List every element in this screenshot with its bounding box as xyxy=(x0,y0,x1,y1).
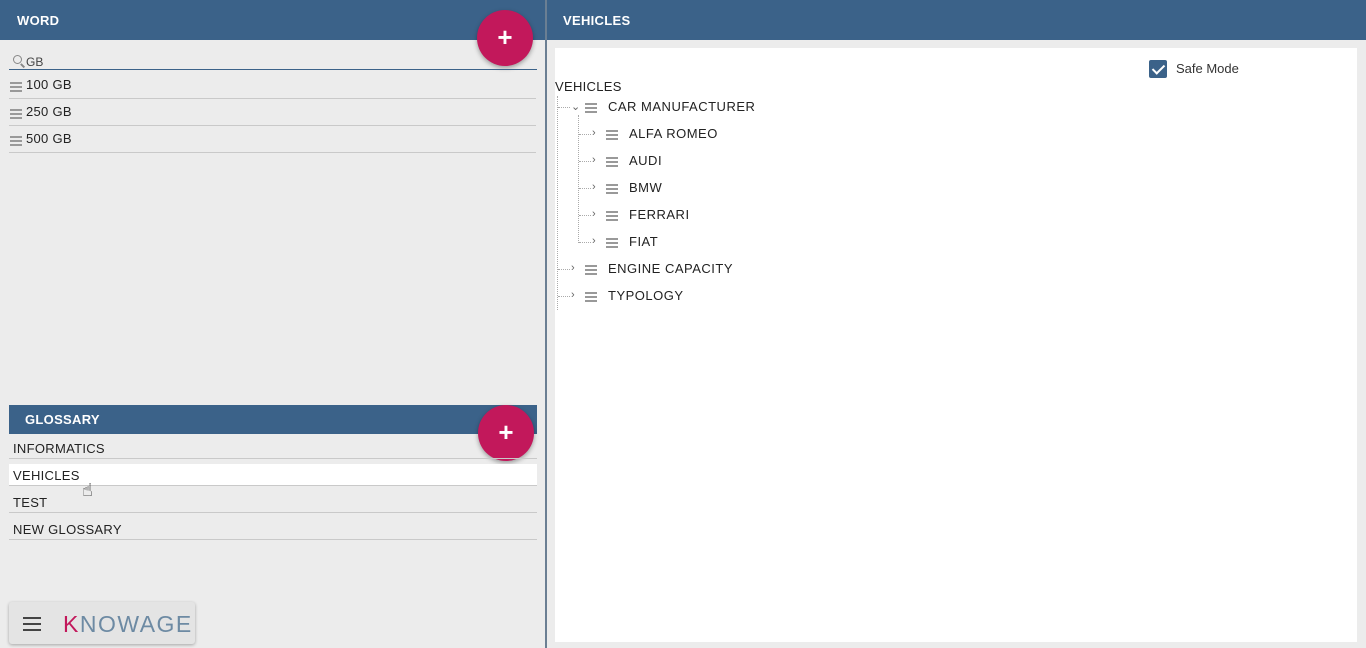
menu-icon xyxy=(585,103,597,113)
chevron-right-icon[interactable]: › xyxy=(571,262,575,274)
menu-icon xyxy=(585,292,597,302)
chevron-right-icon[interactable]: › xyxy=(592,154,596,166)
chevron-right-icon[interactable]: › xyxy=(592,235,596,247)
word-list-item[interactable]: 500 GB xyxy=(9,126,536,153)
word-search xyxy=(9,53,537,70)
panel-divider[interactable] xyxy=(545,0,547,648)
tree-connector xyxy=(579,161,591,162)
left-panel: WORD + 100 GB 250 GB 500 GB GLOSSARY + I… xyxy=(0,0,545,648)
tree-node-label: BMW xyxy=(629,180,663,195)
tree-root-label: VEHICLES xyxy=(555,79,622,94)
tree-connector xyxy=(558,269,570,270)
menu-icon xyxy=(606,238,618,248)
checkbox-checked-icon xyxy=(1149,60,1167,78)
word-item-label: 500 GB xyxy=(26,131,72,146)
glossary-item[interactable]: NEW GLOSSARY xyxy=(9,518,537,540)
tree-node-label: CAR MANUFACTURER xyxy=(608,99,756,114)
tree-connector xyxy=(557,96,558,310)
word-list-item[interactable]: 100 GB xyxy=(9,72,536,99)
search-icon xyxy=(13,55,22,64)
menu-icon xyxy=(606,130,618,140)
tree-connector xyxy=(579,215,591,216)
tree-node-label: ENGINE CAPACITY xyxy=(608,261,734,276)
vehicles-panel-header: VEHICLES xyxy=(547,0,1366,40)
chevron-down-icon[interactable]: ⌄ xyxy=(571,100,580,113)
menu-icon xyxy=(606,184,618,194)
menu-icon xyxy=(10,82,22,92)
tree-node-label: ALFA ROMEO xyxy=(629,126,718,141)
vehicles-tree-card: Safe Mode VEHICLES ⌄ CAR MANUFACTURER › … xyxy=(555,48,1357,642)
chevron-right-icon[interactable]: › xyxy=(592,181,596,193)
chevron-right-icon[interactable]: › xyxy=(592,208,596,220)
tree-connector xyxy=(579,134,591,135)
tree-node-label: FERRARI xyxy=(629,207,690,222)
word-panel-header: WORD xyxy=(0,0,545,40)
tree-node-label: TYPOLOGY xyxy=(608,288,684,303)
chevron-right-icon[interactable]: › xyxy=(571,289,575,301)
chevron-right-icon[interactable]: › xyxy=(592,127,596,139)
tree-connector xyxy=(558,296,570,297)
vehicles-panel-title: VEHICLES xyxy=(563,13,631,28)
tree-node-label: FIAT xyxy=(629,234,659,249)
hamburger-icon xyxy=(23,617,41,635)
word-list-item[interactable]: 250 GB xyxy=(9,99,536,126)
tree-connector xyxy=(558,107,570,108)
menu-icon xyxy=(606,211,618,221)
word-item-label: 100 GB xyxy=(26,77,72,92)
word-panel-title: WORD xyxy=(17,13,60,28)
main-menu-button[interactable]: KNOWAGE xyxy=(9,602,195,644)
hand-cursor-icon: ☝ xyxy=(82,480,93,500)
word-item-label: 250 GB xyxy=(26,104,72,119)
tree-node-label: AUDI xyxy=(629,153,663,168)
menu-icon xyxy=(10,136,22,146)
safe-mode-label: Safe Mode xyxy=(1176,61,1239,76)
word-search-input[interactable] xyxy=(26,55,526,69)
menu-icon xyxy=(585,265,597,275)
glossary-panel-header: GLOSSARY xyxy=(9,405,537,434)
tree-connector xyxy=(579,188,591,189)
tree-connector xyxy=(579,242,591,243)
menu-icon xyxy=(606,157,618,167)
knowage-logo: KNOWAGE xyxy=(63,611,193,637)
glossary-item[interactable]: INFORMATICS xyxy=(9,437,537,459)
menu-icon xyxy=(10,109,22,119)
glossary-panel-title: GLOSSARY xyxy=(25,412,100,427)
